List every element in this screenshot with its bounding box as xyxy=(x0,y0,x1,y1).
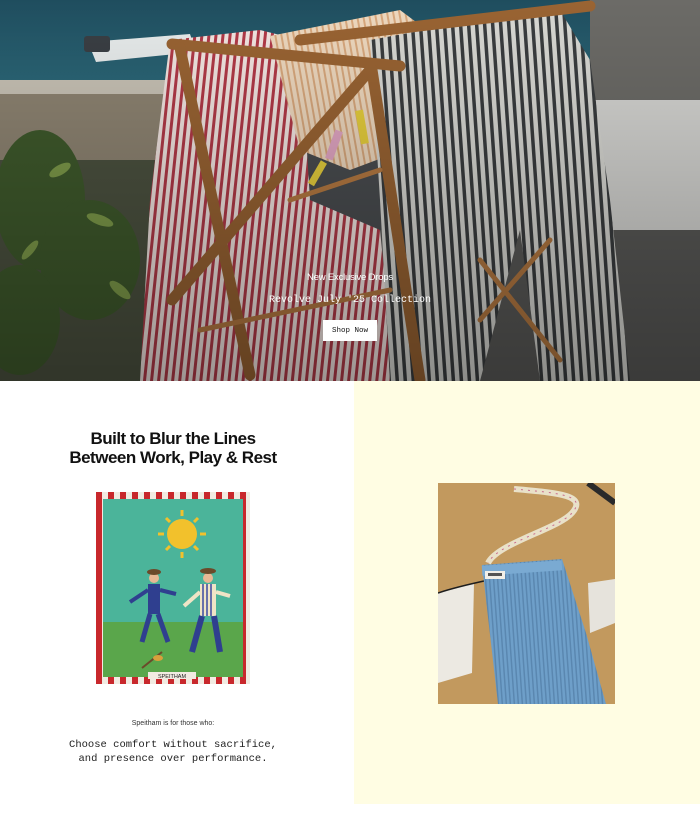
section-title-line2: Between Work, Play & Rest xyxy=(69,448,277,467)
hero-banner: New Exclusive Drops Revolve July '25 Col… xyxy=(0,0,700,381)
brand-statement: Choose comfort without sacrifice, and pr… xyxy=(0,738,346,766)
statement-line1: Choose comfort without sacrifice, xyxy=(69,739,277,751)
hero-overlay: New Exclusive Drops Revolve July '25 Col… xyxy=(0,0,700,381)
photo-panel xyxy=(354,381,700,804)
hero-subtitle: Revolve July '25 Collection xyxy=(268,295,432,306)
statement-line2: and presence over performance. xyxy=(78,753,268,765)
kicker-text: Speitham is for those who: xyxy=(131,720,215,727)
story-panel: Built to Blur the Lines Between Work, Pl… xyxy=(0,381,354,804)
illustration-card: SPEITHAM xyxy=(96,492,250,684)
section-title: Built to Blur the Lines Between Work, Pl… xyxy=(0,429,346,467)
card-brand-text: SPEITHAM xyxy=(158,674,187,680)
product-photo xyxy=(438,483,615,704)
hero-eyebrow: New Exclusive Drops xyxy=(307,272,393,283)
page-footer-gap xyxy=(0,804,700,816)
shop-now-button[interactable]: Shop Now xyxy=(323,320,377,341)
section-title-line1: Built to Blur the Lines xyxy=(90,429,256,448)
